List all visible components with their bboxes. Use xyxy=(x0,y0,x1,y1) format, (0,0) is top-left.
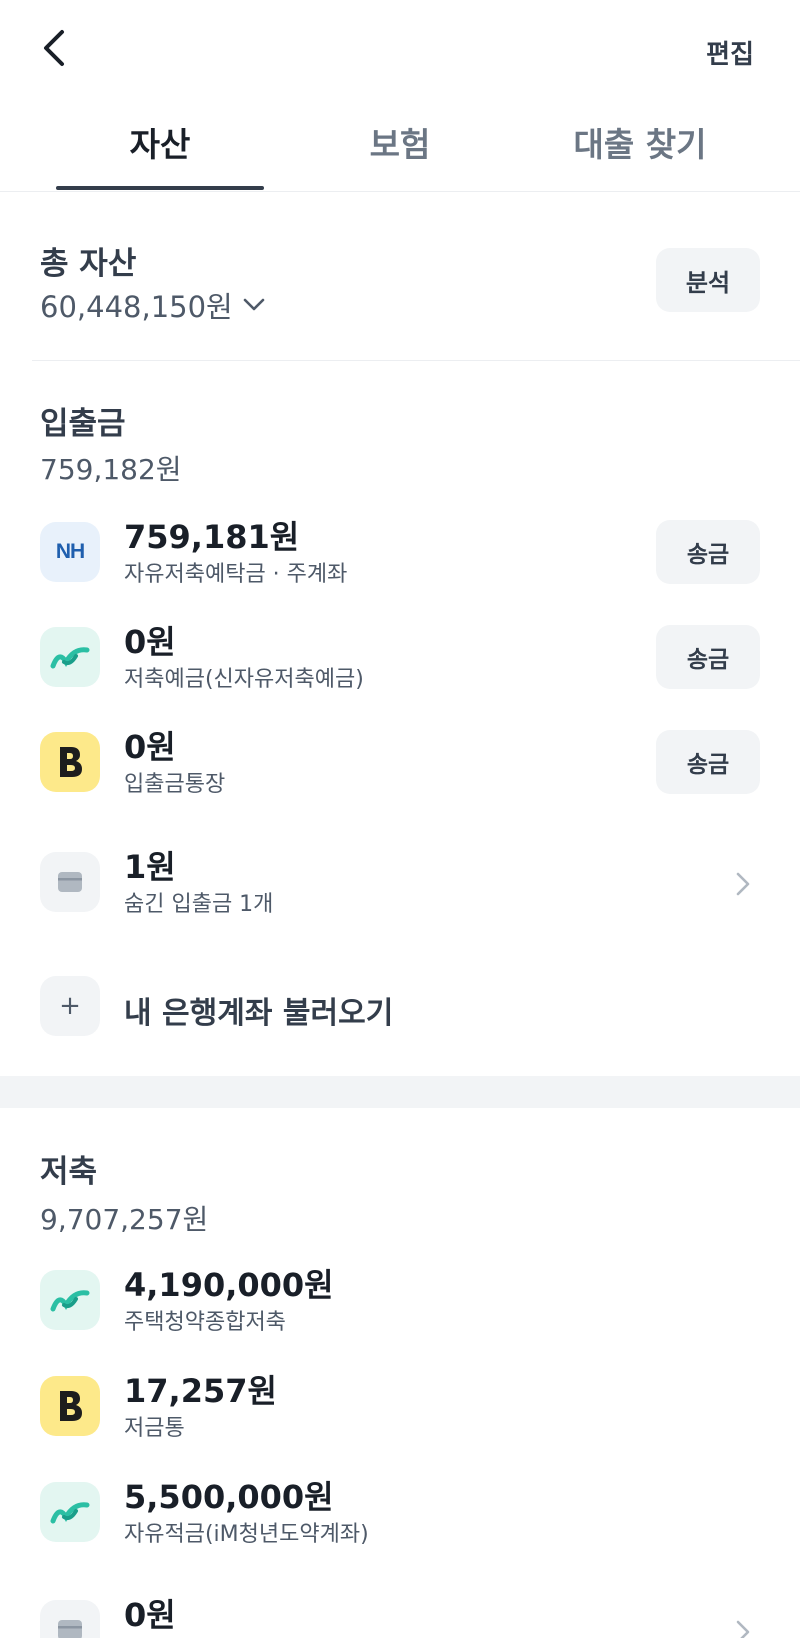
account-row[interactable]: 4,190,000원 주택청약종합저축 xyxy=(0,1260,800,1350)
back-button[interactable] xyxy=(34,26,74,70)
wallet-icon xyxy=(40,1600,100,1638)
account-amount: 0원 xyxy=(124,1596,176,1634)
account-row[interactable]: 0원 저축예금(신자유저축예금) 송금 xyxy=(0,617,800,707)
tab-assets[interactable]: 자산 xyxy=(56,118,264,166)
analyze-button[interactable]: 분석 xyxy=(656,248,760,312)
chevron-right-icon[interactable] xyxy=(732,868,754,900)
account-row[interactable]: 17,257원 저금통 xyxy=(0,1366,800,1456)
account-row[interactable]: NH 759,181원 자유저축예탁금 · 주계좌 송금 xyxy=(0,512,800,602)
send-money-button[interactable]: 송금 xyxy=(656,520,760,584)
chevron-right-icon[interactable] xyxy=(732,1616,754,1638)
import-bank-account-label: 내 은행계좌 불러오기 xyxy=(124,996,394,1031)
send-money-button[interactable]: 송금 xyxy=(656,730,760,794)
savings-section-title: 저축 xyxy=(40,1154,98,1190)
send-money-button[interactable]: 송금 xyxy=(656,625,760,689)
account-row[interactable]: 5,500,000원 자유적금(iM청년도약계좌) xyxy=(0,1472,800,1562)
account-row[interactable]: 0원 xyxy=(0,1590,800,1638)
total-assets-amount: 60,448,150원 xyxy=(40,290,233,324)
plus-icon: + xyxy=(40,976,100,1036)
tab-bar: 자산 보험 대출 찾기 xyxy=(0,110,800,192)
top-bar: 편집 xyxy=(0,0,800,100)
account-amount: 17,257원 xyxy=(124,1372,277,1410)
account-amount: 759,181원 xyxy=(124,518,300,556)
account-name: 주택청약종합저축 xyxy=(124,1310,286,1335)
deposit-section-sum: 759,182원 xyxy=(40,453,182,486)
chevron-down-icon xyxy=(243,298,265,312)
account-amount: 1원 xyxy=(124,848,176,886)
account-amount: 0원 xyxy=(124,623,176,661)
divider xyxy=(32,360,800,361)
total-assets-section: 총 자산 60,448,150원 분석 xyxy=(0,192,800,362)
account-amount: 5,500,000원 xyxy=(124,1478,334,1516)
b-letter-icon xyxy=(60,1391,82,1421)
wallet-icon xyxy=(40,852,100,912)
total-assets-value[interactable]: 60,448,150원 xyxy=(40,284,265,326)
im-bank-icon xyxy=(40,1482,100,1542)
tab-insurance[interactable]: 보험 xyxy=(300,118,500,166)
tab-find-loans[interactable]: 대출 찾기 xyxy=(540,118,740,166)
nh-bank-logo: NH xyxy=(40,522,100,582)
account-name: 저금통 xyxy=(124,1416,185,1441)
account-name: 자유저축예탁금 · 주계좌 xyxy=(124,562,348,587)
chevron-left-icon xyxy=(44,30,64,66)
kakao-bank-logo xyxy=(40,1376,100,1436)
savings-section-sum: 9,707,257원 xyxy=(40,1203,209,1236)
account-name: 자유적금(iM청년도약계좌) xyxy=(124,1522,369,1547)
account-name: 저축예금(신자유저축예금) xyxy=(124,667,364,692)
account-name: 숨긴 입출금 1개 xyxy=(124,892,274,917)
active-tab-indicator xyxy=(56,186,264,190)
account-amount: 4,190,000원 xyxy=(124,1266,334,1304)
import-bank-account-button[interactable]: + 내 은행계좌 불러오기 xyxy=(0,974,800,1044)
total-assets-label: 총 자산 xyxy=(40,246,137,282)
account-row[interactable]: 0원 입출금통장 송금 xyxy=(0,722,800,812)
kakao-bank-logo xyxy=(40,732,100,792)
hidden-accounts-row[interactable]: 1원 숨긴 입출금 1개 xyxy=(0,842,800,932)
b-letter-icon xyxy=(60,747,82,777)
account-amount: 0원 xyxy=(124,728,176,766)
edit-button[interactable]: 편집 xyxy=(706,34,754,71)
section-separator xyxy=(0,1076,800,1108)
im-bank-icon xyxy=(40,627,100,687)
im-bank-icon xyxy=(40,1270,100,1330)
deposit-section-title: 입출금 xyxy=(40,406,126,442)
account-name: 입출금통장 xyxy=(124,772,226,797)
